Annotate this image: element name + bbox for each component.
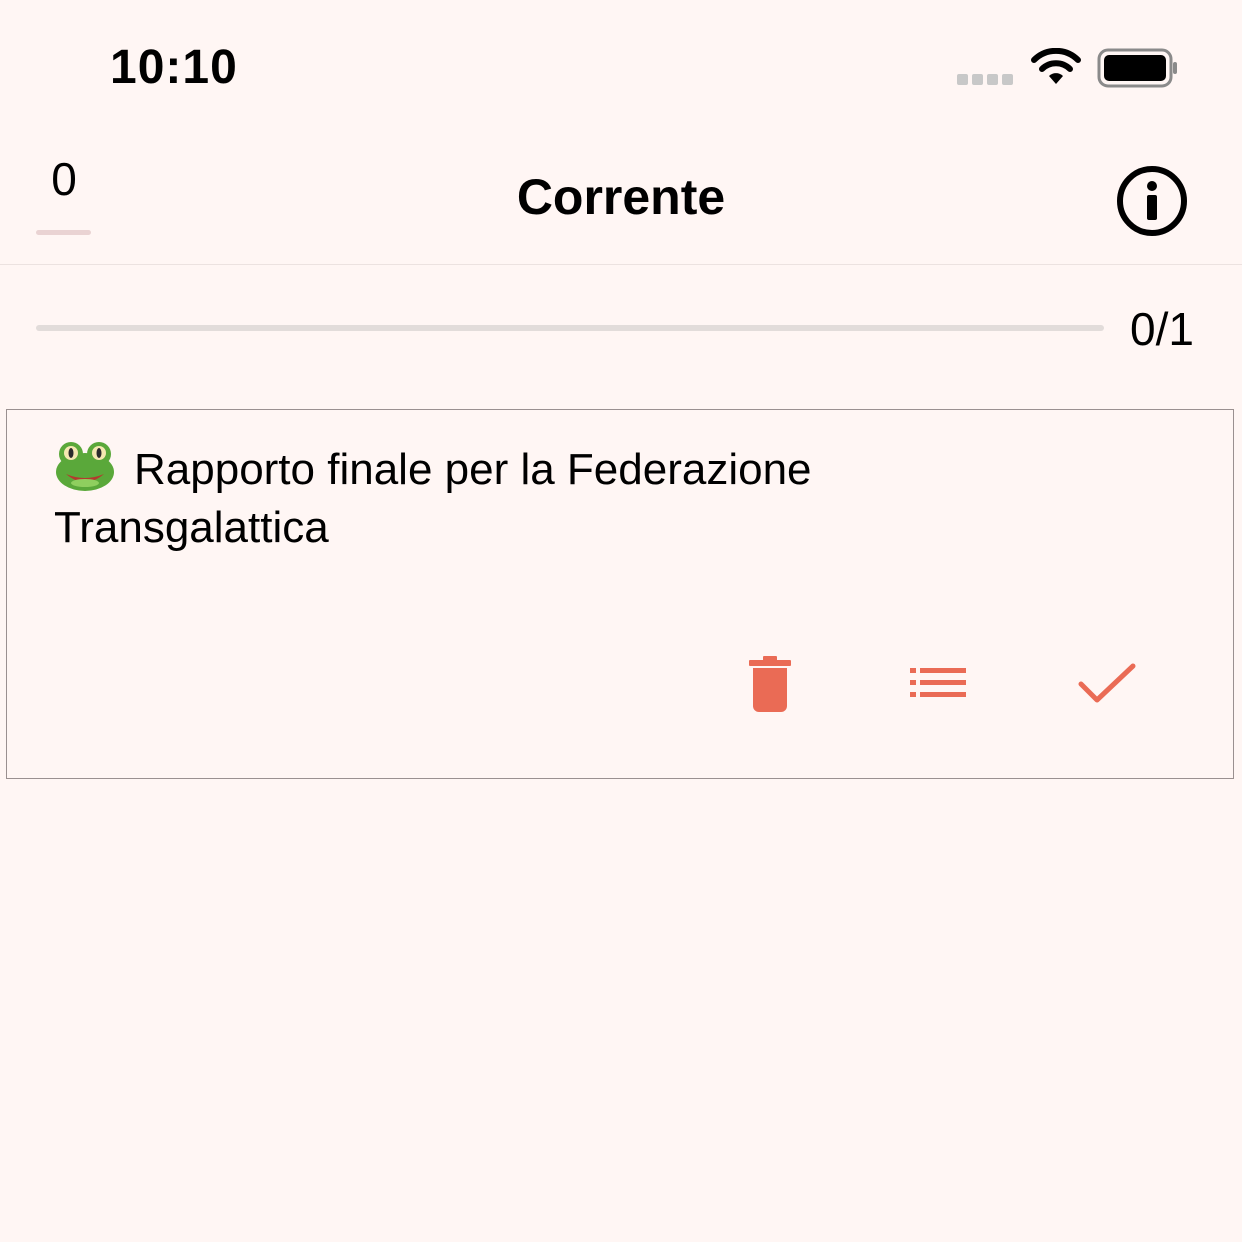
- trash-icon[interactable]: [733, 646, 807, 720]
- app-screen: 10:10 0 Corrente 0/1 Rapporto finale per…: [0, 0, 1242, 1242]
- status-bar: 10:10: [0, 0, 1242, 130]
- info-circle-icon[interactable]: [1115, 164, 1189, 238]
- signal-dots-icon: [957, 74, 1013, 85]
- counter-underline: [36, 230, 91, 235]
- progress-label: 0/1: [1130, 303, 1194, 355]
- checkmark-icon[interactable]: [1069, 646, 1143, 720]
- battery-icon: [1097, 48, 1177, 88]
- task-title-row: Rapporto finale per la Federazione Trans…: [54, 440, 1054, 557]
- task-title: Rapporto finale per la Federazione Trans…: [54, 445, 812, 552]
- progress-bar: [36, 325, 1104, 331]
- page-title: Corrente: [516, 169, 726, 225]
- status-time: 10:10: [110, 41, 238, 94]
- frog-emoji-icon: [56, 442, 114, 491]
- task-card[interactable]: Rapporto finale per la Federazione Trans…: [6, 409, 1234, 779]
- nav-bar: 0 Corrente: [0, 130, 1242, 265]
- list-icon[interactable]: [901, 646, 975, 720]
- wifi-icon: [1031, 48, 1081, 84]
